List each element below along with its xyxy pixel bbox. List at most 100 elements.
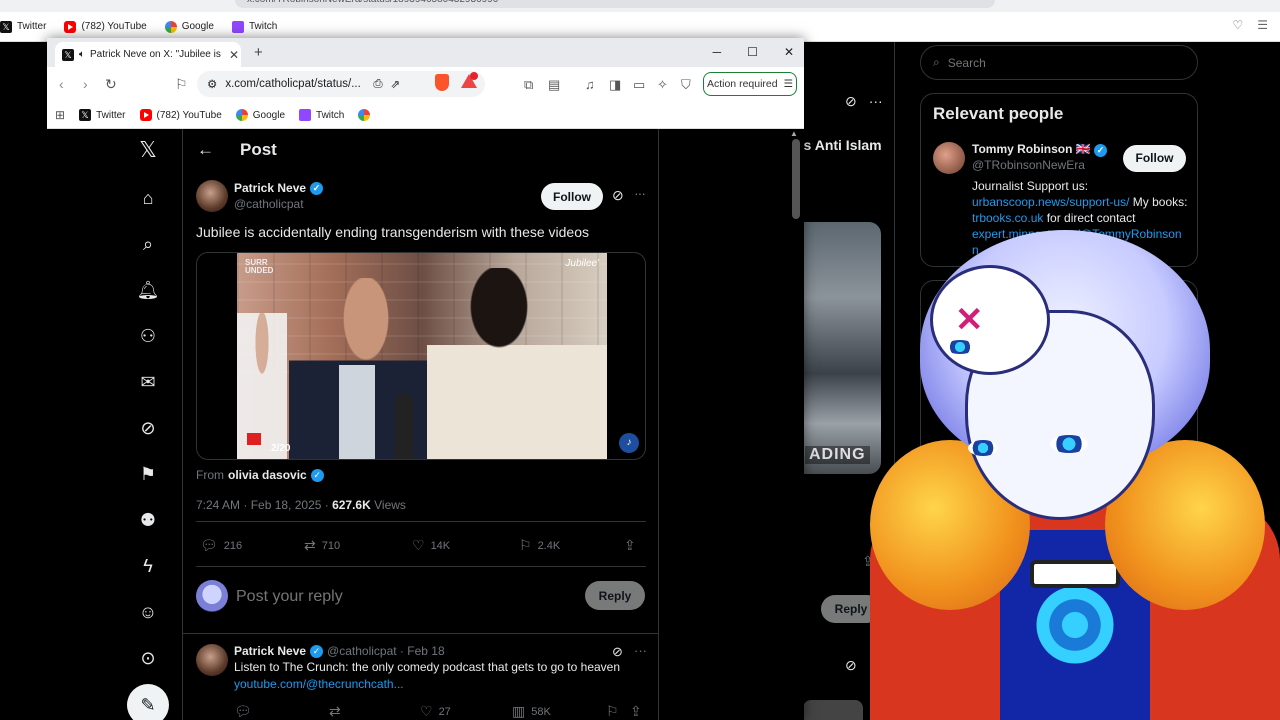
bookmark-action[interactable]: ⚐ 2.4K (519, 537, 560, 554)
avatar[interactable] (196, 180, 228, 212)
views-action[interactable]: ▥ 58K (512, 703, 551, 720)
repost-action[interactable]: ⇄ 710 (304, 537, 340, 554)
follow-button[interactable]: Follow (1123, 145, 1186, 172)
bookmark-youtube[interactable]: (782) YouTube (64, 20, 147, 33)
close-tab-icon[interactable]: ✕ (229, 48, 239, 62)
compose-post-button[interactable]: ✎ (127, 684, 169, 720)
bookmarks-icon[interactable]: ⚑ (137, 463, 159, 485)
reply-link[interactable]: youtube.com/@thecrunchcath... (234, 677, 404, 691)
scrollbar[interactable] (792, 139, 800, 219)
install-icon[interactable]: ⎙ (373, 78, 382, 91)
bookmark-youtube[interactable]: (782) YouTube (139, 109, 222, 121)
background-media-thumbnail[interactable] (803, 222, 881, 474)
bookmark-action[interactable]: ⚐ (606, 703, 619, 720)
close-window-icon[interactable]: ✕ (784, 45, 794, 59)
bookmark-twitter[interactable]: 𝕏 Twitter (79, 109, 126, 121)
extensions-icon[interactable]: ♡ (1232, 18, 1243, 32)
back-arrow-icon[interactable]: ← (197, 140, 214, 160)
video-frame[interactable]: SURR UNDED Jubilee' 2/20 (237, 253, 607, 459)
bio-link-contact[interactable]: expert.minnect.com/@TommyRobinson (972, 227, 1182, 241)
brave-shield-icon[interactable] (435, 74, 449, 91)
bio-link-support[interactable]: urbanscoop.news/support-us/ (972, 195, 1129, 209)
leo-ai-icon[interactable]: ✧ (657, 77, 668, 93)
follow-button[interactable]: Follow (541, 183, 603, 210)
bookmark-twitch[interactable]: Twitch (231, 20, 277, 33)
home-icon[interactable]: ⌂ (137, 187, 159, 209)
tab-active[interactable]: 𝕏 🔈︎ Patrick Neve on X: "Jubilee is ✕ (55, 42, 241, 67)
site-settings-icon[interactable]: ⚙ (207, 77, 217, 91)
communities-icon[interactable]: ⚉ (137, 509, 159, 531)
reload-icon[interactable]: ↻ (105, 76, 117, 93)
search-icon[interactable]: ⌕ (137, 233, 159, 255)
reader-icon[interactable]: ▤ (548, 77, 560, 93)
action-required-button[interactable]: Action required ☰ (703, 72, 797, 96)
bookmark-twitter[interactable]: 𝕏 Twitter (0, 20, 46, 33)
grok-icon[interactable]: ⊘ (845, 93, 857, 110)
search-box[interactable]: ⌕ Search (920, 45, 1198, 80)
author-name[interactable]: Patrick Neve ✓ (234, 181, 324, 195)
bookmark-google[interactable]: Google (235, 109, 285, 121)
grok-icon[interactable]: ⊘ (845, 657, 857, 674)
reply-action[interactable]: 💬︎ (234, 703, 252, 720)
premium-icon[interactable]: ϟ (137, 555, 159, 577)
grok-icon[interactable]: ⊘ (612, 187, 624, 204)
grok-icon[interactable]: ⊘ (137, 417, 159, 439)
bio-link-books[interactable]: trbooks.co.uk (972, 211, 1043, 225)
vpn-icon[interactable]: ⛉ (681, 77, 691, 93)
x-logo-icon: 𝕏 (0, 20, 12, 33)
music-icon[interactable]: ♫ (585, 77, 595, 92)
maximize-icon[interactable]: ☐ (747, 45, 758, 59)
background-url-bar[interactable]: x.com/TRobinsonNewEra/status/18939465804… (235, 0, 995, 8)
more-icon[interactable]: ··· (869, 93, 883, 110)
more-icon[interactable]: ··· (1170, 329, 1184, 345)
forward-icon[interactable]: › (83, 76, 88, 92)
reply-button[interactable]: Reply (585, 581, 645, 610)
reply-handle-date[interactable]: @catholicpat · Feb 18 (327, 644, 445, 658)
menu-icon: ☰ (783, 78, 794, 90)
profile-icon[interactable]: ☺ (137, 601, 159, 623)
messages-icon[interactable]: ✉ (137, 371, 159, 393)
profile-icon[interactable]: ☰ (1257, 18, 1268, 32)
author-handle[interactable]: @catholicpat (234, 197, 304, 211)
bookmark-google[interactable]: Google (164, 20, 214, 33)
bookmark-twitch[interactable]: Twitch (299, 109, 344, 121)
sidebar-icon[interactable]: ◨ (609, 77, 621, 93)
avatar[interactable] (196, 580, 228, 612)
relevant-people-title: Relevant people (933, 104, 1064, 123)
share-icon[interactable]: ⇗ (391, 77, 401, 91)
share-action[interactable]: ⇪ (624, 537, 636, 554)
bookmark-google-2[interactable] (358, 109, 371, 121)
repost-action[interactable]: ⇄ (329, 703, 341, 720)
share-action[interactable]: ⇪ (630, 703, 642, 720)
more-icon[interactable]: ··· (634, 643, 647, 658)
x-logo-icon[interactable]: 𝕏 (137, 137, 159, 162)
avatar[interactable] (196, 644, 228, 676)
new-tab-icon[interactable]: + (254, 44, 263, 61)
reply-input[interactable] (236, 585, 516, 609)
share-icon[interactable]: ⇪ (862, 553, 874, 570)
background-reply-button[interactable]: Reply (821, 595, 881, 623)
avatar[interactable] (933, 142, 965, 174)
more-icon[interactable]: ··· (1170, 410, 1184, 426)
minimize-icon[interactable]: ─ (713, 45, 722, 59)
person-name[interactable]: Tommy Robinson 🇬🇧 ✓ (972, 142, 1108, 157)
like-action[interactable]: ♡ 27 (420, 703, 451, 720)
more-options-icon[interactable]: ⊙ (137, 647, 159, 669)
reply-action[interactable]: 💬︎ 216 (200, 537, 242, 554)
more-icon[interactable]: ··· (634, 185, 646, 201)
scroll-up-icon[interactable]: ▲ (790, 129, 798, 138)
like-action[interactable]: ♡ 14K (412, 537, 450, 554)
speaker-icon[interactable]: 🔈︎ (79, 49, 85, 60)
extensions-icon[interactable]: ⧉ (524, 77, 533, 93)
wallet-icon[interactable]: ▭ (633, 77, 645, 93)
reply-author-name[interactable]: Patrick Neve (234, 644, 306, 658)
bookmark-icon[interactable]: ⚐ (175, 76, 188, 93)
apps-grid-icon[interactable]: ⊞ (55, 108, 65, 122)
video-player[interactable]: SURR UNDED Jubilee' 2/20 ♪ (196, 252, 646, 460)
follow-icon[interactable]: ⚇ (137, 325, 159, 347)
bio-link-tail[interactable]: n (972, 243, 979, 257)
notifications-icon[interactable]: 🔔︎ (137, 279, 160, 301)
grok-icon[interactable]: ⊘ (612, 644, 623, 660)
source-user[interactable]: olivia dasovic (228, 468, 307, 482)
back-icon[interactable]: ‹ (59, 76, 64, 92)
